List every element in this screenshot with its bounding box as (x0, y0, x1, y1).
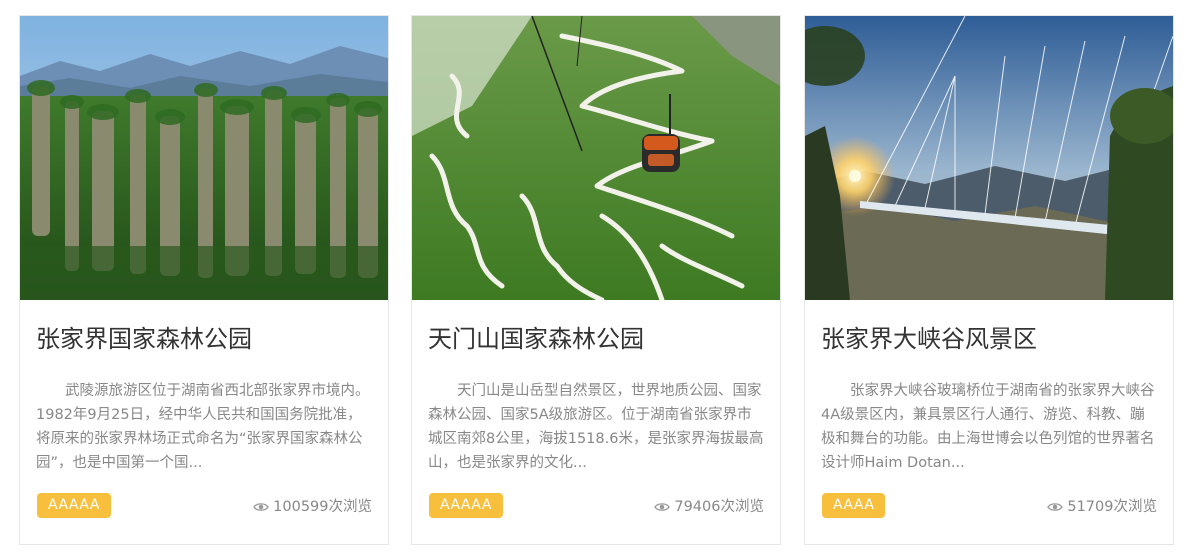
scenic-title[interactable]: 天门山国家森林公园 (428, 322, 644, 356)
scenic-title[interactable]: 张家界国家森林公园 (36, 322, 252, 356)
glass-bridge-illustration (805, 16, 1173, 300)
scenic-title[interactable]: 张家界大峡谷风景区 (821, 322, 1037, 356)
scenic-card-1[interactable]: 张家界国家森林公园 武陵源旅游区位于湖南省西北部张家界市境内。1982年9月25… (19, 15, 389, 545)
cable-car-illustration (412, 16, 780, 300)
scenic-card-3[interactable]: 张家界大峡谷风景区 张家界大峡谷玻璃桥位于湖南省的张家界大峡谷4A级景区内，兼具… (804, 15, 1174, 545)
scenic-card-2[interactable]: 天门山国家森林公园 天门山是山岳型自然景区，世界地质公园、国家森林公园、国家5A… (411, 15, 781, 545)
scenic-description: 天门山是山岳型自然景区，世界地质公园、国家森林公园、国家5A级旅游区。位于湖南省… (428, 383, 764, 471)
eye-icon (253, 501, 269, 513)
rating-badge: AAAA (822, 493, 886, 518)
rating-badge: AAAAA (429, 493, 503, 518)
view-count: 79406次浏览 (654, 496, 764, 518)
view-count-text: 100599次浏览 (273, 499, 372, 515)
scenic-card-list: 张家界国家森林公园 武陵源旅游区位于湖南省西北部张家界市境内。1982年9月25… (0, 0, 1192, 555)
scenic-image-glass-bridge[interactable] (805, 16, 1173, 300)
view-count: 100599次浏览 (253, 496, 372, 518)
scenic-description: 武陵源旅游区位于湖南省西北部张家界市境内。1982年9月25日，经中华人民共和国… (36, 383, 370, 471)
view-count-text: 79406次浏览 (674, 499, 764, 515)
view-count: 51709次浏览 (1047, 496, 1157, 518)
view-count-text: 51709次浏览 (1067, 499, 1157, 515)
eye-icon (654, 501, 671, 513)
scenic-description: 张家界大峡谷玻璃桥位于湖南省的张家界大峡谷4A级景区内，兼具景区行人通行、游览、… (821, 383, 1155, 471)
rating-badge: AAAAA (37, 493, 111, 518)
scenic-image-cable-car[interactable] (412, 16, 780, 300)
eye-icon (1047, 501, 1064, 513)
scenic-image-pillar-forest[interactable] (20, 16, 388, 300)
pillar-forest-illustration (20, 16, 388, 300)
